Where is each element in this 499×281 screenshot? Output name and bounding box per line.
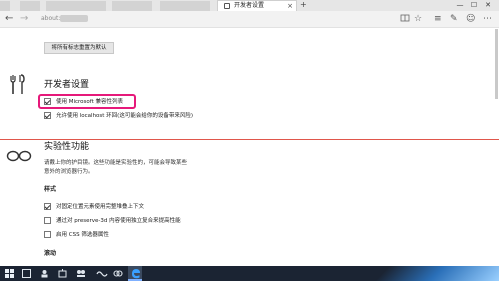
option-fixed-position-stacking[interactable]: 对固定位置元素使用完整堆叠上下文 [44,202,144,211]
tab-title: 开发者设置 [234,2,265,9]
network-icon[interactable] [96,269,108,281]
checkbox[interactable] [44,98,51,105]
reading-view-icon[interactable] [400,13,410,27]
checkbox[interactable] [44,231,51,238]
maximize-button[interactable]: ☐ [467,0,481,10]
title-bar: 开发者设置 × + — ☐ ✕ [0,0,499,11]
flags-page: 将所有标志重置为默认 开发者设置 使用 Microsoft 兼容性列表 允许使用… [0,28,499,266]
option-label: 通过对 preserve-3d 内容使用独立复合来提高性能 [56,217,181,224]
experimental-description-line-1: 请戴上你的护目镜。这些功能是实验性的，可能会导致某些 [44,160,188,166]
window-controls: — ☐ ✕ [453,0,495,10]
tab-developer-settings[interactable]: 开发者设置 × [217,0,297,11]
option-label: 启用 CSS 筛选器属性 [56,231,109,238]
option-css-filter[interactable]: 启用 CSS 筛选器属性 [44,230,109,239]
tab-close-icon[interactable]: × [287,1,293,11]
new-tab-button[interactable]: + [300,0,307,10]
tab-background-3[interactable] [46,1,106,11]
back-icon[interactable]: ← [5,13,13,25]
experimental-description-line-2: 意外的浏览器行为。 [44,169,94,175]
blurred-url-segment [60,15,88,22]
address-bar: ← → about:flags ☆ ≡ ✎ ☺ ⋯ [0,11,499,28]
scrolling-subheading: 滚动 [44,250,57,257]
edge-icon[interactable] [130,268,141,281]
goggles-icon [6,147,32,166]
taskbar-tray-area [359,266,499,281]
mail-icon[interactable] [113,269,123,281]
experimental-features-heading: 实验性功能 [44,142,90,152]
checkbox[interactable] [44,203,51,210]
option-label: 对固定位置元素使用完整堆叠上下文 [56,203,145,210]
checkbox[interactable] [44,217,51,224]
developer-settings-heading: 开发者设置 [44,80,90,90]
more-icon[interactable]: ⋯ [483,13,492,25]
option-preserve-3d[interactable]: 通过对 preserve-3d 内容使用独立复合来提高性能 [44,216,181,225]
option-label: 允许使用 localhost 环回(这可能会给你的设备带来风险) [56,112,193,119]
search-icon[interactable] [22,269,31,281]
minimize-button[interactable]: — [453,0,467,10]
checkbox[interactable] [44,112,51,119]
store-icon[interactable] [58,269,67,281]
hub-icon[interactable]: ≡ [434,13,442,25]
option-localhost-loopback[interactable]: 允许使用 localhost 环回(这可能会给你的设备带来风险) [44,111,193,120]
favorite-star-icon[interactable]: ☆ [414,13,422,25]
option-label: 使用 Microsoft 兼容性列表 [56,98,124,105]
reset-flags-button[interactable]: 将所有标志重置为默认 [44,42,114,54]
windows-logo-icon[interactable] [5,269,14,281]
style-subheading: 样式 [44,186,57,193]
taskbar [0,266,499,281]
tab-background-5[interactable] [160,1,210,11]
tab-background-1[interactable] [0,1,10,11]
forward-icon[interactable]: → [20,13,28,25]
web-note-icon[interactable]: ✎ [450,13,458,25]
section-divider [0,139,499,140]
tab-background-4[interactable] [112,1,152,11]
scrollbar[interactable] [495,29,498,99]
option-compat-list[interactable]: 使用 Microsoft 兼容性列表 [44,97,123,106]
share-icon[interactable]: ☺ [466,13,475,25]
people-icon[interactable] [76,269,86,281]
close-window-button[interactable]: ✕ [481,0,495,10]
page-icon [224,3,230,9]
tab-background-2[interactable] [20,1,40,11]
tools-icon [10,74,26,100]
task-view-icon[interactable] [40,269,49,281]
